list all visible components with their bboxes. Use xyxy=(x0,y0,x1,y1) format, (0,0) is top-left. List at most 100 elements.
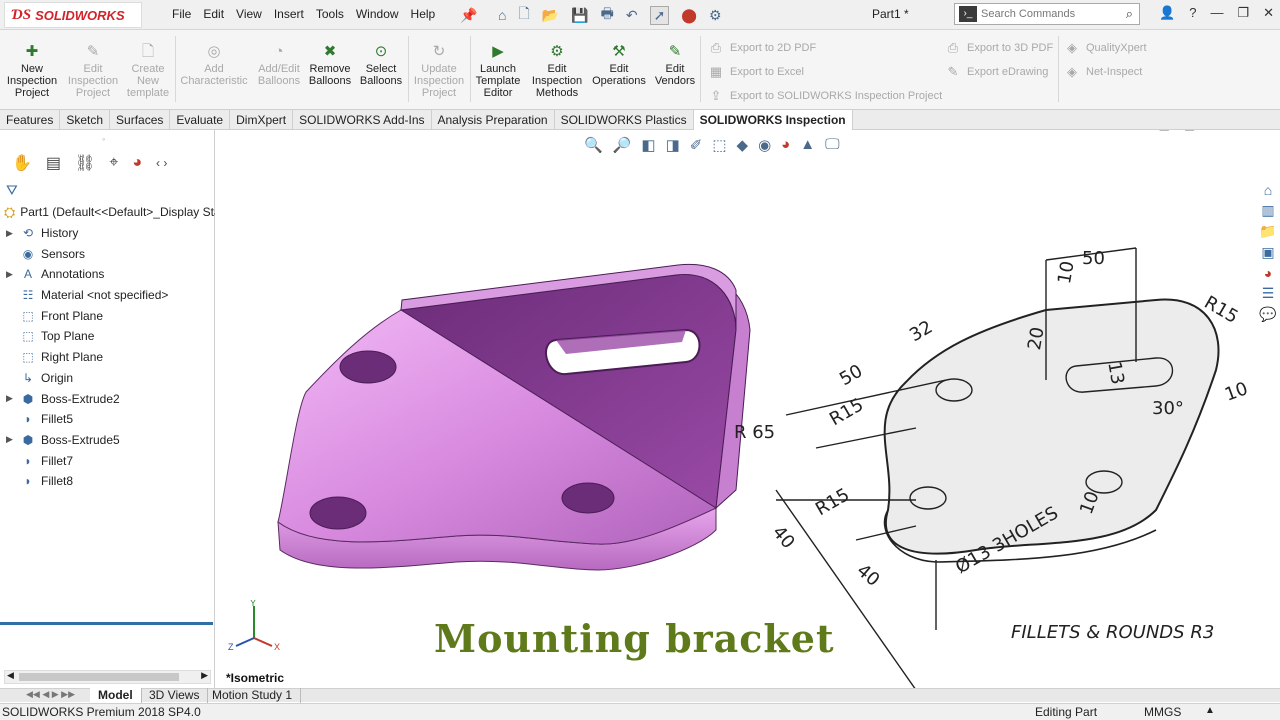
scroll-right-icon[interactable]: ▶ xyxy=(201,670,208,681)
export-excel-button[interactable]: ▦ Export to Excel xyxy=(708,64,804,80)
qualityxpert-button[interactable]: ◈ QualityXpert xyxy=(1064,40,1147,56)
tab-features[interactable]: Features xyxy=(0,110,61,130)
search-commands-box[interactable]: ›_ Search Commands ⌕ xyxy=(954,3,1140,25)
tree-root-part[interactable]: ⛭ Part1 (Default<<Default>_Display Sta xyxy=(0,202,215,223)
home-icon[interactable]: ⌂ xyxy=(498,7,506,23)
tree-item[interactable]: ☷ Material <not specified> xyxy=(0,285,215,306)
export-3d-pdf-button[interactable]: ⎙ Export to 3D PDF xyxy=(945,40,1053,56)
expand-arrow-icon[interactable]: ▶ xyxy=(6,228,16,239)
pin-icon[interactable]: 📌 xyxy=(460,5,477,25)
inspection-button-10[interactable]: ⚙ Edit Inspection Methods xyxy=(523,43,591,100)
export-2d-pdf-button[interactable]: ⎙ Export to 2D PDF xyxy=(708,40,816,56)
tree-item[interactable]: ◉ Sensors xyxy=(0,243,215,264)
menu-insert[interactable]: Insert xyxy=(268,7,310,21)
inspection-button-label: Project xyxy=(421,87,457,99)
dimxpert-manager-icon[interactable]: ⌖ xyxy=(109,154,118,172)
tab-model[interactable]: Model xyxy=(90,688,142,703)
close-icon[interactable]: ✕ xyxy=(1263,5,1274,21)
menu-view[interactable]: View xyxy=(230,7,268,21)
feature-tree-icon[interactable]: ✋ xyxy=(12,153,32,173)
inspection-button-3[interactable]: 🗋 Create New template xyxy=(114,44,182,100)
export-inspection-project-button[interactable]: ⇪ Export to SOLIDWORKS Inspection Project xyxy=(708,88,943,104)
configuration-manager-icon[interactable]: ⛓ xyxy=(75,153,95,173)
undo-icon[interactable]: ↶ xyxy=(626,7,638,24)
menu-file[interactable]: File xyxy=(166,7,197,21)
tree-item[interactable]: ◗ Fillet7 xyxy=(0,450,215,471)
property-manager-icon[interactable]: ▤ xyxy=(46,153,61,173)
help-icon[interactable]: ? xyxy=(1189,5,1196,21)
menu-tools[interactable]: Tools xyxy=(310,7,350,21)
tree-item[interactable]: ◗ Fillet5 xyxy=(0,409,215,430)
units-text[interactable]: MMGS xyxy=(1144,705,1181,719)
file-explorer-icon[interactable]: 📁 xyxy=(1259,223,1276,240)
rebuild-icon[interactable]: ⬤ xyxy=(681,7,697,24)
menu-window[interactable]: Window xyxy=(350,7,405,21)
tree-item[interactable]: ↳ Origin xyxy=(0,368,215,389)
restore-icon[interactable]: ❐ xyxy=(1237,5,1249,21)
design-library-icon[interactable]: ▥ xyxy=(1261,202,1274,219)
tab-inspection[interactable]: SOLIDWORKS Inspection xyxy=(693,110,853,130)
units-dropdown-icon[interactable]: ▲ xyxy=(1205,705,1215,716)
part-icon: ⛭ xyxy=(4,203,16,220)
inspection-button-1[interactable]: ✚ New Inspection Project xyxy=(0,44,66,100)
tab-sketch[interactable]: Sketch xyxy=(60,110,111,130)
scrollbar-thumb[interactable] xyxy=(19,673,179,681)
select-arrow-icon[interactable]: ➚ xyxy=(649,5,670,25)
tree-item[interactable]: ▶ ⟲ History xyxy=(0,223,215,244)
inspection-button-4[interactable]: ◎ Add Characteristic xyxy=(180,44,248,88)
custom-properties-icon[interactable]: ☰ xyxy=(1262,285,1275,302)
search-icon[interactable]: ⌕ xyxy=(1126,6,1133,22)
options-gear-icon[interactable]: ⚙ xyxy=(709,7,722,24)
scroll-left-icon[interactable]: ◀ xyxy=(7,670,14,681)
print-icon[interactable]: 🖶 xyxy=(601,3,614,27)
tab-addins[interactable]: SOLIDWORKS Add-Ins xyxy=(293,110,432,130)
search-input[interactable]: Search Commands xyxy=(981,8,1126,20)
tab-motion-study[interactable]: Motion Study 1 xyxy=(204,688,302,703)
user-icon[interactable]: 👤 xyxy=(1159,5,1175,21)
forum-icon[interactable]: 💬 xyxy=(1259,306,1276,323)
new-document-icon[interactable]: 🗋 xyxy=(518,3,529,27)
save-icon[interactable]: 💾 xyxy=(571,7,588,24)
view-palette-icon[interactable]: ▣ xyxy=(1261,244,1274,261)
panel-arrows-icon[interactable]: ‹ › xyxy=(156,156,167,170)
tab-surfaces[interactable]: Surfaces xyxy=(110,110,171,130)
inspection-button-icon: ⚙ xyxy=(550,43,564,60)
tree-item[interactable]: ▶ ⬢ Boss-Extrude2 xyxy=(0,388,215,409)
menu-help[interactable]: Help xyxy=(405,7,442,21)
tree-item[interactable]: ⬚ Right Plane xyxy=(0,347,215,368)
tree-item[interactable]: ▶ A Annotations xyxy=(0,264,215,285)
tree-item[interactable]: ⬚ Top Plane xyxy=(0,326,215,347)
open-icon[interactable]: 📂 xyxy=(542,7,559,24)
inspection-button-label: template xyxy=(126,87,170,99)
fillet-icon: ◗ xyxy=(24,412,32,427)
rollback-bar[interactable] xyxy=(0,622,213,625)
minimize-icon[interactable]: — xyxy=(1210,5,1223,21)
graphics-area[interactable]: 🔍 🔎 ◧ ◨ ✐ ⬚ ◆ ◉ ◕ ▲ 🖵 ◧ ◨ — ❐ ✕ xyxy=(216,130,1280,688)
solidworks-logo[interactable]: ƊS SOLIDWORKS xyxy=(4,2,142,28)
tree-item[interactable]: ◗ Fillet8 xyxy=(0,471,215,492)
resources-home-icon[interactable]: ⌂ xyxy=(1264,182,1272,198)
net-inspect-button[interactable]: ◈ Net-Inspect xyxy=(1064,64,1142,80)
tab-plastics[interactable]: SOLIDWORKS Plastics xyxy=(555,110,694,130)
expand-arrow-icon[interactable]: ▶ xyxy=(6,434,16,445)
tree-item[interactable]: ▶ ⬢ Boss-Extrude5 xyxy=(0,430,215,451)
export-edrawing-button[interactable]: ✎ Export eDrawing xyxy=(945,64,1049,80)
filter-icon[interactable]: ⛛ xyxy=(6,182,18,199)
inspection-button-9[interactable]: ▶ Launch Template Editor xyxy=(464,44,532,100)
expand-arrow-icon[interactable]: ▶ xyxy=(6,269,16,280)
tree-horizontal-scrollbar[interactable]: ◀ ▶ xyxy=(4,670,211,684)
inspection-button-8[interactable]: ↻ Update Inspection Project xyxy=(405,44,473,100)
tab-dimxpert[interactable]: DimXpert xyxy=(230,110,294,130)
tree-item[interactable]: ⬚ Front Plane xyxy=(0,305,215,326)
tab-evaluate[interactable]: Evaluate xyxy=(170,110,231,130)
tab-nav-arrows-icon[interactable]: ◀◀ ◀ ▶ ▶▶ xyxy=(26,689,75,700)
tab-analysis-preparation[interactable]: Analysis Preparation xyxy=(432,110,555,130)
display-manager-icon[interactable]: ◕ xyxy=(132,154,142,172)
expand-arrow-icon[interactable]: ▶ xyxy=(6,393,16,404)
inspection-button-label: New xyxy=(20,63,43,75)
menu-edit[interactable]: Edit xyxy=(197,7,230,21)
tab-3d-views[interactable]: 3D Views xyxy=(141,688,209,703)
appearances-icon[interactable]: ◕ xyxy=(1264,265,1272,281)
bracket-3d-model[interactable] xyxy=(277,263,751,571)
inspection-button-12[interactable]: ✎ Edit Vendors xyxy=(641,44,709,88)
